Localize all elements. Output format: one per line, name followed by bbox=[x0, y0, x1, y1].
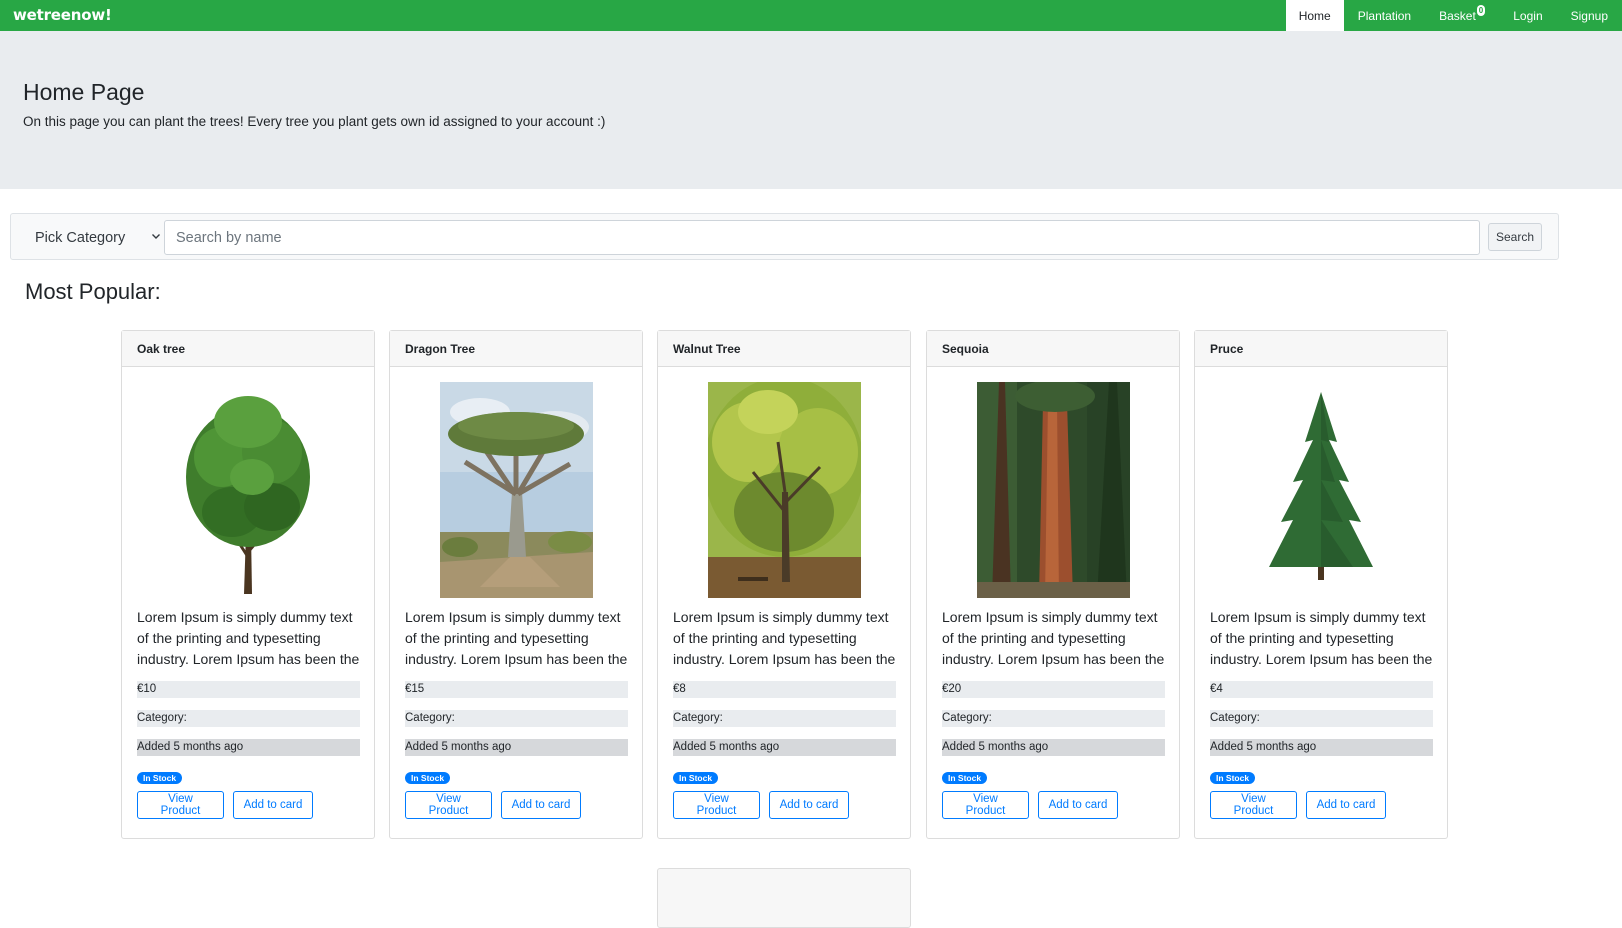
search-button[interactable]: Search bbox=[1488, 223, 1542, 251]
product-category: Category: bbox=[942, 710, 1165, 727]
walnut-tree-image[interactable] bbox=[708, 382, 861, 598]
product-price: €10 bbox=[137, 681, 360, 698]
nav-login[interactable]: Login bbox=[1499, 0, 1556, 31]
product-card: Dragon Tree Lorem Ipsum is simply dummy … bbox=[389, 330, 643, 839]
sequoia-image[interactable] bbox=[977, 382, 1130, 598]
view-product-button[interactable]: View Product bbox=[673, 791, 760, 819]
nav-basket[interactable]: Basket 0 bbox=[1425, 0, 1499, 31]
product-card: Sequoia Lorem Ipsum is simply dummy text… bbox=[926, 330, 1180, 839]
product-price: €4 bbox=[1210, 681, 1433, 698]
product-added: Added 5 months ago bbox=[942, 739, 1165, 756]
product-card: Walnut Tree Lorem Ipsum is simply dummy … bbox=[657, 330, 911, 839]
view-product-button[interactable]: View Product bbox=[405, 791, 492, 819]
product-name: Oak tree bbox=[122, 331, 374, 367]
stock-badge: In Stock bbox=[942, 772, 988, 784]
product-name: Dragon Tree bbox=[390, 331, 642, 367]
basket-count-badge: 0 bbox=[1476, 5, 1486, 16]
add-to-cart-button[interactable]: Add to card bbox=[1038, 791, 1118, 819]
product-description: Lorem Ipsum is simply dummy text of the … bbox=[1210, 609, 1433, 667]
view-product-button[interactable]: View Product bbox=[1210, 791, 1297, 819]
add-to-cart-button[interactable]: Add to card bbox=[769, 791, 849, 819]
search-input[interactable] bbox=[164, 220, 1480, 255]
add-to-cart-button[interactable]: Add to card bbox=[1306, 791, 1386, 819]
product-description: Lorem Ipsum is simply dummy text of the … bbox=[673, 609, 896, 667]
stock-badge: In Stock bbox=[405, 772, 451, 784]
page-title: Home Page bbox=[23, 79, 145, 105]
dragon-tree-image[interactable] bbox=[440, 382, 593, 598]
page-subtitle: On this page you can plant the trees! Ev… bbox=[23, 114, 606, 129]
product-category: Category: bbox=[137, 710, 360, 727]
product-added: Added 5 months ago bbox=[673, 739, 896, 756]
product-card: Pruce Lorem Ipsum is simply dummy text o… bbox=[1194, 330, 1448, 839]
product-name: Pruce bbox=[1195, 331, 1447, 367]
brand-logo[interactable]: wetreenow! bbox=[13, 6, 112, 24]
product-description: Lorem Ipsum is simply dummy text of the … bbox=[405, 609, 628, 667]
product-added: Added 5 months ago bbox=[1210, 739, 1433, 756]
add-to-cart-button[interactable]: Add to card bbox=[233, 791, 313, 819]
product-card: Oak tree Lorem Ipsum is simply dummy tex… bbox=[121, 330, 375, 839]
view-product-button[interactable]: View Product bbox=[137, 791, 224, 819]
product-name: Walnut Tree bbox=[658, 331, 910, 367]
category-select-value: Pick Category bbox=[35, 229, 126, 246]
oak-tree-image[interactable] bbox=[172, 382, 325, 598]
stock-badge: In Stock bbox=[1210, 772, 1256, 784]
product-card-partial bbox=[657, 868, 911, 928]
navbar: wetreenow! Home Plantation Basket 0 Login… bbox=[0, 0, 1622, 31]
nav-signup[interactable]: Signup bbox=[1557, 0, 1622, 31]
product-added: Added 5 months ago bbox=[405, 739, 628, 756]
category-select[interactable]: Pick Category bbox=[25, 221, 165, 254]
product-price: €20 bbox=[942, 681, 1165, 698]
product-description: Lorem Ipsum is simply dummy text of the … bbox=[942, 609, 1165, 667]
product-category: Category: bbox=[1210, 710, 1433, 727]
stock-badge: In Stock bbox=[673, 772, 719, 784]
spruce-image[interactable] bbox=[1245, 382, 1398, 598]
add-to-cart-button[interactable]: Add to card bbox=[501, 791, 581, 819]
product-category: Category: bbox=[405, 710, 628, 727]
nav-menu: Home Plantation Basket 0 Login Signup bbox=[1285, 0, 1622, 31]
product-name: Sequoia bbox=[927, 331, 1179, 367]
product-description: Lorem Ipsum is simply dummy text of the … bbox=[137, 609, 360, 667]
jumbotron: Home Page On this page you can plant the… bbox=[0, 31, 1622, 189]
product-price: €15 bbox=[405, 681, 628, 698]
product-added: Added 5 months ago bbox=[137, 739, 360, 756]
view-product-button[interactable]: View Product bbox=[942, 791, 1029, 819]
chevron-down-icon bbox=[152, 234, 160, 239]
product-price: €8 bbox=[673, 681, 896, 698]
stock-badge: In Stock bbox=[137, 772, 183, 784]
nav-home[interactable]: Home bbox=[1285, 0, 1344, 31]
section-title: Most Popular: bbox=[25, 279, 161, 304]
product-category: Category: bbox=[673, 710, 896, 727]
search-bar: Pick Category Search bbox=[10, 213, 1559, 260]
product-grid: Oak tree Lorem Ipsum is simply dummy tex… bbox=[121, 330, 1451, 840]
nav-basket-label: Basket bbox=[1439, 8, 1476, 23]
nav-plantation[interactable]: Plantation bbox=[1344, 0, 1425, 31]
